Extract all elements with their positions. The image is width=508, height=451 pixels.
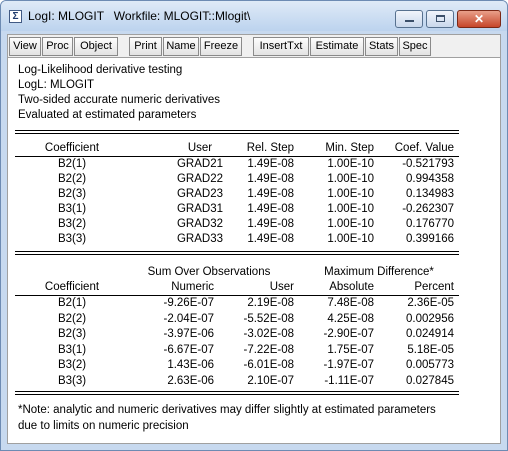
column-header: Coefficient (44, 281, 100, 293)
minimize-button[interactable] (395, 10, 423, 28)
output-window: Σ LogI: MLOGIT Workfile: MLOGIT::Mlogit\… (0, 0, 508, 451)
column-header: Coefficient (44, 142, 100, 154)
inserttxt-button[interactable]: InsertTxt (253, 37, 309, 56)
table-cell: 0.134983 (406, 188, 454, 200)
coefficient-name-cell: B2(2) (57, 173, 87, 185)
table-cell: 7.48E-08 (327, 297, 374, 309)
table-cell: 0.027845 (406, 374, 454, 387)
table-cell: 2.36E-05 (407, 297, 454, 309)
proc-button[interactable]: Proc (42, 37, 73, 56)
column-header: Rel. Step (246, 142, 294, 154)
table-cell: -9.26E-07 (163, 297, 214, 309)
table-cell: -2.04E-07 (163, 312, 214, 325)
table-cell: -6.67E-07 (163, 343, 214, 356)
table-cell: 0.994358 (406, 173, 454, 185)
eviews-window-icon[interactable]: Σ (9, 10, 22, 23)
footnote: *Note: analytic and numeric derivatives … (18, 404, 436, 432)
table-cell: -3.97E-06 (163, 328, 214, 340)
stats-button[interactable]: Stats (365, 37, 398, 56)
close-button[interactable]: ✕ (457, 10, 501, 28)
window-title: LogI: MLOGIT Workfile: MLOGIT::Mlogit\ (28, 9, 251, 23)
header-line: LogL: MLOGIT (18, 79, 95, 91)
table-cell: 0.024914 (406, 328, 454, 340)
table-cell: 1.00E-10 (327, 233, 374, 245)
output-content[interactable]: Log-Likelihood derivative testing LogL: … (7, 58, 501, 444)
table-cell: -1.97E-07 (323, 359, 374, 371)
table-cell: 1.49E-08 (247, 218, 294, 230)
name-button[interactable]: Name (163, 37, 199, 56)
table-cell: 1.00E-10 (327, 203, 374, 215)
table-cell: 1.49E-08 (247, 233, 294, 245)
coefficient-name-cell: B3(2) (57, 218, 87, 230)
coefficient-name-cell: B3(2) (57, 359, 87, 371)
table-cell: 1.49E-08 (247, 188, 294, 200)
table-cell: -5.52E-08 (243, 312, 294, 325)
table-cell: 1.00E-10 (327, 218, 374, 230)
table-cell: -3.02E-08 (243, 328, 294, 340)
minimize-icon (405, 20, 414, 22)
coefficient-name-cell: B2(3) (57, 328, 87, 340)
coefficient-name-cell: B3(1) (57, 343, 87, 356)
table-cell: 1.49E-08 (247, 158, 294, 170)
group-header: Sum Over Observations (147, 266, 271, 278)
table-cell: 4.25E-08 (327, 312, 374, 325)
table-rule (15, 391, 459, 392)
coefficient-name-cell: B2(3) (57, 188, 87, 200)
header-line: Two-sided accurate numeric derivatives (18, 94, 220, 106)
print-button[interactable]: Print (129, 37, 162, 56)
table-cell: -1.11E-07 (324, 374, 374, 387)
table-cell: 1.49E-08 (247, 203, 294, 215)
maximize-icon (436, 15, 445, 22)
coefficient-name-cell: B3(3) (57, 374, 87, 387)
table-cell: 0.176770 (406, 218, 454, 230)
table-cell: 1.00E-10 (327, 173, 374, 185)
table-cell: 2.19E-08 (247, 297, 294, 309)
maximize-button[interactable] (426, 10, 454, 28)
table-cell: 0.002956 (406, 312, 454, 325)
table-rule (15, 251, 459, 252)
table-cell: 2.63E-06 (167, 374, 214, 387)
spec-button[interactable]: Spec (399, 37, 431, 56)
column-header: Absolute (329, 281, 374, 293)
table-cell: -0.521793 (402, 158, 454, 170)
table-cell: -7.22E-08 (243, 343, 294, 356)
table-cell: 1.49E-08 (247, 173, 294, 185)
table-cell: 1.00E-10 (327, 158, 374, 170)
table-cell: 1.75E-07 (327, 343, 374, 356)
coefficient-name-cell: B3(3) (57, 233, 87, 245)
freeze-button[interactable]: Freeze (200, 37, 242, 56)
table-cell: 2.10E-07 (247, 374, 294, 387)
coefficient-name-cell: B2(1) (57, 297, 87, 309)
coefficient-name-cell: B2(1) (57, 158, 87, 170)
table-cell: 1.00E-10 (327, 188, 374, 200)
table-cell: 5.18E-05 (407, 343, 454, 356)
table-cell: -2.90E-07 (323, 328, 374, 340)
table-cell: 1.43E-06 (167, 359, 214, 371)
toolbar: View Proc Object Print Name Freeze Inser… (7, 34, 501, 58)
column-header: User (269, 281, 294, 293)
coefficient-name-cell: B3(1) (57, 203, 87, 215)
close-icon: ✕ (473, 12, 485, 26)
column-header: Numeric (171, 281, 214, 293)
view-button[interactable]: View (9, 37, 41, 56)
object-button[interactable]: Object (74, 37, 118, 56)
coefficient-name-cell: B2(2) (57, 312, 87, 325)
estimate-button[interactable]: Estimate (310, 37, 364, 56)
table-cell: 0.399166 (406, 233, 454, 245)
title-bar[interactable]: Σ LogI: MLOGIT Workfile: MLOGIT::Mlogit\… (1, 1, 507, 31)
column-header: Min. Step (325, 142, 374, 154)
column-header: Coef. Value (394, 142, 454, 154)
header-line: Evaluated at estimated parameters (18, 109, 197, 121)
table-cell: -6.01E-08 (243, 359, 294, 371)
table-rule (15, 133, 459, 134)
group-header: Maximum Difference* (324, 266, 434, 278)
table-cell: -0.262307 (402, 203, 454, 215)
header-line: Log-Likelihood derivative testing (18, 64, 183, 76)
table-rule (15, 130, 459, 131)
table-rule (15, 254, 459, 255)
column-header: Percent (414, 281, 454, 293)
table-cell: 0.005773 (406, 359, 454, 371)
table-rule (15, 394, 459, 395)
